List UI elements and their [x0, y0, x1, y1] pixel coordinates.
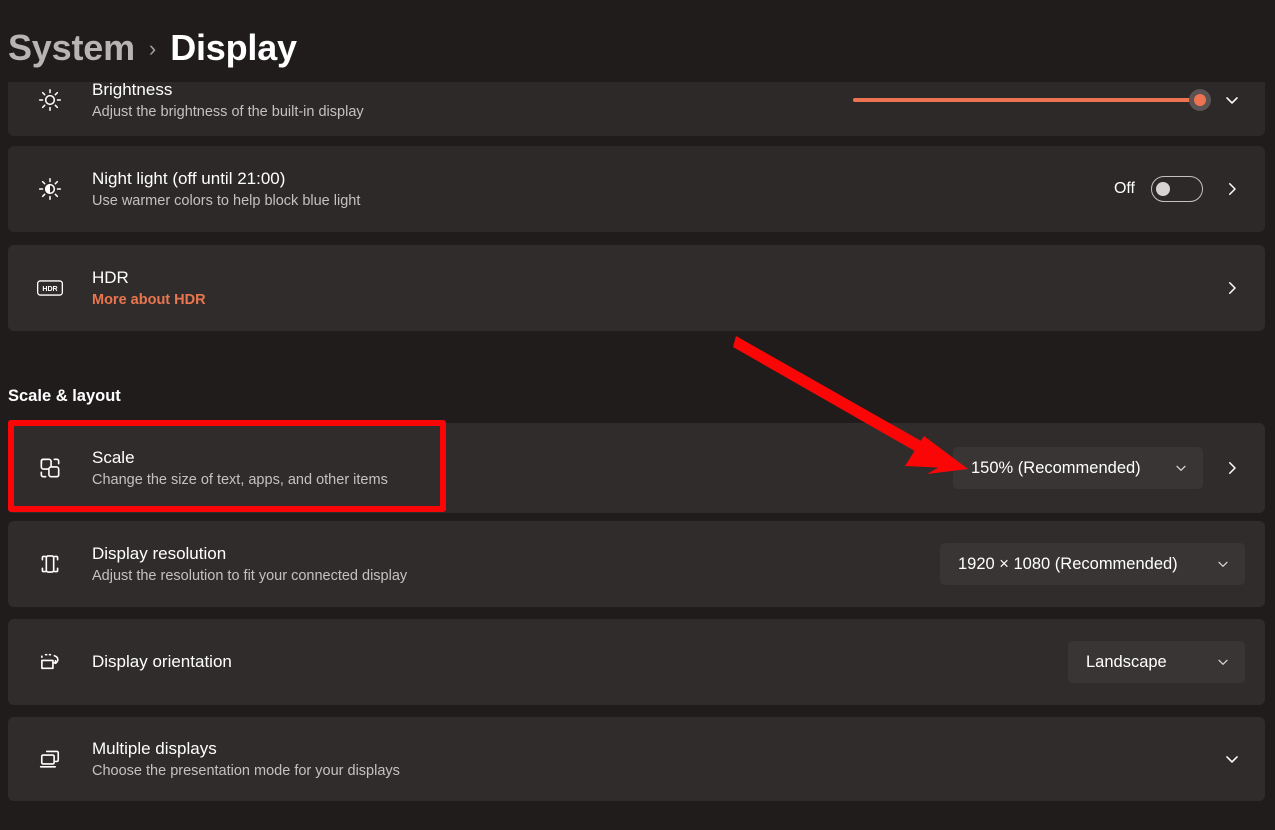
hdr-icon: HDR — [30, 268, 70, 308]
breadcrumb: System › Display — [8, 20, 297, 76]
brightness-subtitle: Adjust the brightness of the built-in di… — [92, 103, 364, 120]
scale-title: Scale — [92, 447, 135, 467]
display-orientation-dropdown[interactable]: Landscape — [1068, 641, 1245, 683]
breadcrumb-system-link[interactable]: System — [8, 27, 135, 69]
display-settings-page: System › Display Brightness Adjust the b… — [0, 0, 1275, 830]
slider-fill — [853, 98, 1193, 102]
display-orientation-title: Display orientation — [92, 652, 232, 671]
brightness-title: Brightness — [92, 82, 173, 99]
night-light-toggle-state: Off — [1113, 180, 1135, 197]
setting-row-display-resolution[interactable]: Display resolution Adjust the resolution… — [8, 521, 1265, 607]
setting-row-scale[interactable]: Scale Change the size of text, apps, and… — [8, 423, 1265, 513]
night-light-subtitle: Use warmer colors to help block blue lig… — [92, 192, 361, 209]
display-orientation-value: Landscape — [1086, 652, 1167, 671]
scale-icon — [30, 448, 70, 488]
night-light-icon — [30, 169, 70, 209]
multiple-displays-title: Multiple displays — [92, 738, 217, 758]
page-title: Display — [170, 27, 297, 68]
night-light-title: Night light (off until 21:00) — [92, 168, 286, 188]
display-orientation-icon — [30, 642, 70, 682]
setting-row-hdr[interactable]: HDR HDR More about HDR — [8, 245, 1265, 331]
night-light-toggle[interactable] — [1151, 176, 1203, 202]
brightness-icon — [30, 82, 70, 120]
chevron-down-icon[interactable] — [1173, 460, 1189, 476]
chevron-right-icon[interactable] — [1219, 176, 1245, 202]
hdr-more-link[interactable]: More about HDR — [92, 291, 1219, 310]
multiple-displays-subtitle: Choose the presentation mode for your di… — [92, 762, 400, 779]
brightness-slider[interactable] — [853, 89, 1211, 111]
slider-thumb[interactable] — [1189, 89, 1211, 111]
toggle-knob — [1156, 182, 1170, 196]
setting-row-night-light[interactable]: Night light (off until 21:00) Use warmer… — [8, 146, 1265, 232]
display-resolution-title: Display resolution — [92, 543, 227, 563]
svg-text:HDR: HDR — [42, 286, 57, 293]
setting-row-display-orientation[interactable]: Display orientation Landscape — [8, 619, 1265, 705]
chevron-down-icon[interactable] — [1219, 746, 1245, 772]
chevron-right-icon: › — [148, 36, 157, 61]
chevron-right-icon[interactable] — [1219, 275, 1245, 301]
scale-subtitle: Change the size of text, apps, and other… — [92, 471, 388, 488]
scale-dropdown[interactable]: 150% (Recommended) — [953, 447, 1203, 489]
display-resolution-value: 1920 × 1080 (Recommended) — [958, 554, 1178, 573]
chevron-down-icon[interactable] — [1219, 87, 1245, 113]
hdr-title: HDR — [92, 267, 129, 287]
chevron-right-icon[interactable] — [1219, 455, 1245, 481]
display-resolution-icon — [30, 544, 70, 584]
multiple-displays-icon — [30, 739, 70, 779]
display-resolution-dropdown[interactable]: 1920 × 1080 (Recommended) — [940, 543, 1245, 585]
display-resolution-subtitle: Adjust the resolution to fit your connec… — [92, 567, 408, 584]
scale-dropdown-value: 150% (Recommended) — [971, 458, 1141, 477]
settings-scroll-area[interactable]: Brightness Adjust the brightness of the … — [0, 82, 1275, 830]
chevron-down-icon[interactable] — [1215, 556, 1231, 572]
setting-row-brightness[interactable]: Brightness Adjust the brightness of the … — [8, 82, 1265, 136]
chevron-down-icon[interactable] — [1215, 654, 1231, 670]
setting-row-multiple-displays[interactable]: Multiple displays Choose the presentatio… — [8, 717, 1265, 801]
section-heading-scale-layout: Scale & layout — [8, 387, 121, 405]
